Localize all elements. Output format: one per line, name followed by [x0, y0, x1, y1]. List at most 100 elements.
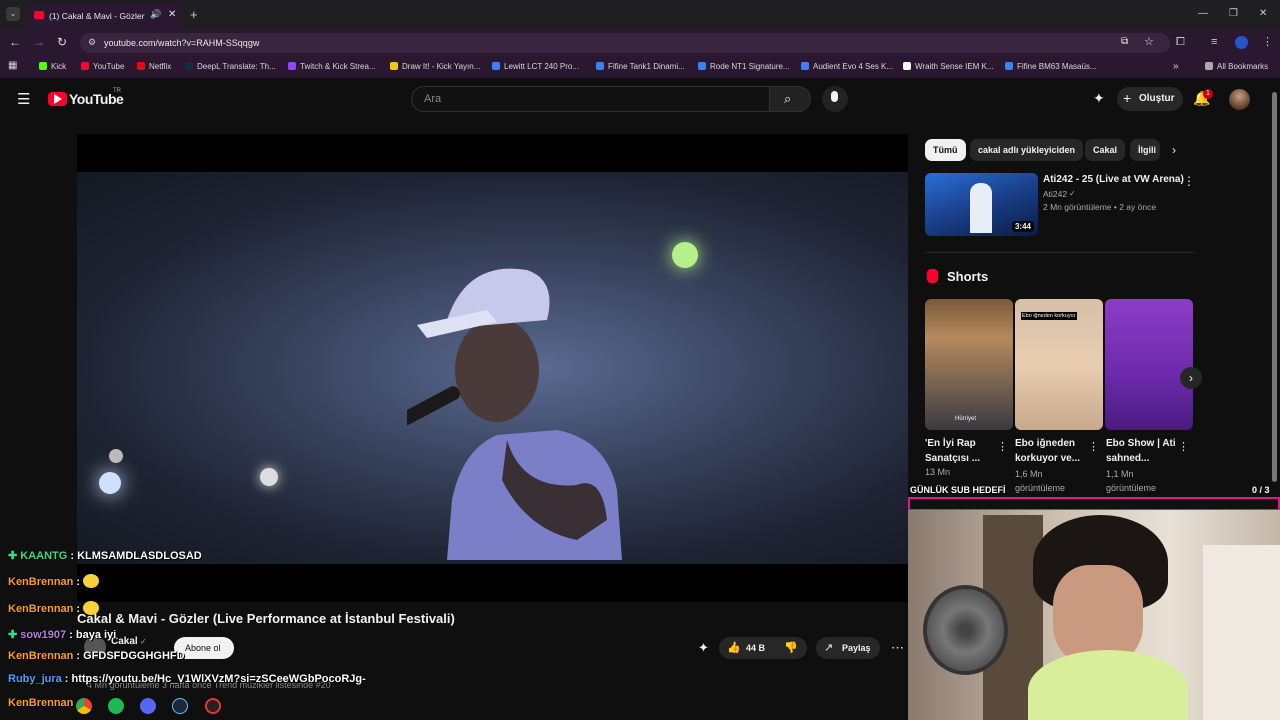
- recommended-title[interactable]: Ati242 - 25 (Live at VW Arena): [1043, 174, 1184, 185]
- extensions-icon[interactable]: ⧠: [1176, 36, 1185, 49]
- steam-icon[interactable]: [172, 698, 188, 714]
- bookmark-kick[interactable]: Kick: [39, 62, 66, 71]
- close-window-icon[interactable]: ✕: [1259, 8, 1267, 19]
- search-button[interactable]: ⌕: [769, 86, 811, 112]
- chips-next-icon[interactable]: ›: [1172, 143, 1176, 157]
- youtube-header: ☰ YouTube TR Ara ⌕ ✦ + Oluştur 🔔 1: [0, 80, 1280, 120]
- account-avatar[interactable]: [1229, 89, 1250, 110]
- shorts-heading: Shorts: [947, 269, 989, 284]
- bookmark-wraith[interactable]: Wraith Sense IEM K...: [903, 62, 994, 71]
- tab-title: (1) Cakal & Mavi - Gözler (L: [49, 11, 147, 21]
- address-toolbar: ← → ↻ ⚙ youtube.com/watch?v=RAHM-SSqqgw …: [0, 30, 1280, 56]
- check-icon: [596, 62, 604, 70]
- bookmark-audient[interactable]: Audient Evo 4 Ses K...: [801, 62, 893, 71]
- bookmark-lewitt[interactable]: Lewitt LCT 240 Pro...: [492, 62, 579, 71]
- site-info-icon[interactable]: ⚙: [88, 37, 96, 48]
- bookmark-netflix[interactable]: Netflix: [137, 62, 171, 71]
- more-actions-icon[interactable]: ⋯: [891, 640, 904, 656]
- more-bookmarks-icon[interactable]: »: [1173, 61, 1179, 72]
- tab-close-icon[interactable]: ✕: [168, 9, 176, 20]
- new-tab-button[interactable]: +: [190, 7, 198, 22]
- emote-icon: [83, 601, 100, 615]
- spotify-icon[interactable]: [108, 698, 124, 714]
- short-thumbnail[interactable]: [1105, 299, 1193, 430]
- install-icon[interactable]: ⧉: [1121, 36, 1128, 47]
- short-menu-icon[interactable]: ⋮: [1178, 440, 1189, 453]
- deepl-icon: [185, 62, 193, 70]
- bookmark-twitch-kick[interactable]: Twitch & Kick Strea...: [288, 62, 376, 71]
- browser-menu-icon[interactable]: ⋮: [1262, 35, 1273, 48]
- create-button[interactable]: + Oluştur: [1117, 87, 1183, 111]
- bookmark-youtube[interactable]: YouTube: [81, 62, 124, 71]
- bookmark-star-icon[interactable]: ☆: [1144, 35, 1154, 48]
- chat-message: ✚ KAANTG: KLMSAMDLASDLOSAD: [8, 549, 202, 562]
- page-scrollbar[interactable]: [1272, 92, 1277, 482]
- check-icon: [698, 62, 706, 70]
- recommended-thumbnail[interactable]: 3:44: [925, 173, 1038, 236]
- dislike-button[interactable]: 👎: [784, 641, 798, 654]
- stage-light: [260, 468, 278, 486]
- chat-username: Ruby_jura: [8, 673, 62, 685]
- verified-icon: ✓: [1069, 189, 1076, 198]
- bookmark-deepl[interactable]: DeepL Translate: Th...: [185, 62, 276, 71]
- recommended-menu-icon[interactable]: ⋮: [1183, 174, 1195, 188]
- chip-cakal[interactable]: Cakal: [1085, 139, 1126, 161]
- chip-all[interactable]: Tümü: [925, 139, 966, 161]
- chat-message: ✚ sow1907: baya iyi: [8, 628, 116, 641]
- recommended-channel[interactable]: Ati242: [1043, 189, 1067, 199]
- chat-username: KAANTG: [20, 550, 68, 562]
- back-icon[interactable]: ←: [9, 35, 21, 49]
- restore-icon[interactable]: ❐: [1229, 8, 1238, 19]
- tab-search-button[interactable]: ⌄: [6, 7, 20, 21]
- sub-goal-count: 0 / 3: [1252, 485, 1270, 495]
- chrome-icon[interactable]: [76, 698, 92, 714]
- short-menu-icon[interactable]: ⋮: [1088, 440, 1099, 453]
- shorts-remix-icon[interactable]: ✦: [698, 640, 709, 656]
- apps-icon[interactable]: ▦: [8, 60, 17, 71]
- hamburger-menu-icon[interactable]: ☰: [17, 90, 30, 108]
- short-menu-icon[interactable]: ⋮: [997, 440, 1008, 453]
- reload-icon[interactable]: ↻: [57, 35, 67, 49]
- stage-light: [109, 449, 123, 463]
- chat-text: :: [76, 576, 81, 588]
- discord-icon[interactable]: [140, 698, 156, 714]
- video-player[interactable]: [77, 134, 908, 602]
- share-icon: ↗: [824, 642, 834, 654]
- url-field[interactable]: ⚙ youtube.com/watch?v=RAHM-SSqqgw ⧉ ☆: [80, 33, 1170, 53]
- bookmark-fifine-tank[interactable]: Fifine Tank1 Dinami...: [596, 62, 685, 71]
- short-title[interactable]: 'En İyi Rap Sanatçısı ...: [925, 436, 1005, 466]
- recommended-meta: 2 Mn görüntüleme • 2 ay önce: [1043, 202, 1157, 212]
- forward-icon[interactable]: →: [33, 35, 45, 49]
- shorts-next-button[interactable]: ›: [1180, 367, 1202, 389]
- chip-from-uploader[interactable]: cakal adlı yükleyiciden: [970, 139, 1084, 161]
- video-title: Cakal & Mavi - Gözler (Live Performance …: [77, 611, 455, 626]
- chat-text: :: [76, 603, 81, 615]
- media-icon[interactable]: ≡: [1211, 36, 1217, 48]
- chip-related[interactable]: İlgili: [1130, 139, 1160, 161]
- youtube-icon: [81, 62, 89, 70]
- notification-badge: 1: [1203, 89, 1213, 99]
- tab-active[interactable]: (1) Cakal & Mavi - Gözler (L 🔊 ✕: [27, 3, 182, 30]
- bookmark-fifine-bm63[interactable]: Fifine BM63 Masaüs...: [1005, 62, 1097, 71]
- short-thumbnail[interactable]: Hürriyet: [925, 299, 1013, 430]
- profile-avatar[interactable]: [1235, 36, 1248, 49]
- bookmark-rode[interactable]: Rode NT1 Signature...: [698, 62, 790, 71]
- all-bookmarks[interactable]: All Bookmarks: [1205, 62, 1268, 71]
- short-title[interactable]: Ebo iğneden korkuyor ve...: [1015, 436, 1095, 466]
- bookmark-draw-it[interactable]: Draw It! - Kick Yayın...: [390, 62, 480, 71]
- search-input[interactable]: Ara: [411, 86, 770, 112]
- chat-badge-icon: ✚: [8, 629, 21, 641]
- cast-shorts-icon[interactable]: ✦: [1093, 90, 1105, 107]
- voice-search-button[interactable]: [822, 86, 848, 112]
- like-button[interactable]: 👍: [727, 641, 741, 654]
- minimize-icon[interactable]: —: [1198, 8, 1208, 19]
- obs-icon[interactable]: [205, 698, 221, 714]
- divider: [925, 252, 1195, 253]
- short-title[interactable]: Ebo Show | Ati sahned...: [1106, 436, 1186, 466]
- short-thumbnail[interactable]: Ebo iğneden korkuyor: [1015, 299, 1103, 430]
- speaker-icon[interactable]: 🔊: [150, 9, 161, 20]
- bookmarks-bar: ▦ Kick YouTube Netflix DeepL Translate: …: [0, 56, 1280, 78]
- twitch-icon: [288, 62, 296, 70]
- chat-username: KenBrennan: [8, 576, 74, 588]
- share-button[interactable]: ↗ Paylaş: [816, 637, 880, 659]
